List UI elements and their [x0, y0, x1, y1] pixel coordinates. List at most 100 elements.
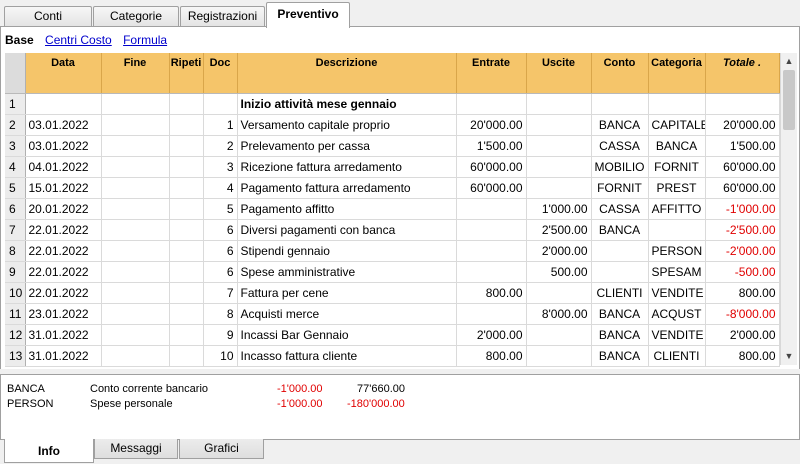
vertical-scrollbar[interactable]: ▲ ▼ [780, 53, 797, 365]
cell-ripeti[interactable] [169, 282, 204, 304]
view-centri-costo[interactable]: Centri Costo [45, 33, 112, 47]
cell-entrate[interactable]: 1'500.00 [456, 135, 527, 157]
cell-conto[interactable]: BANCA [591, 114, 649, 136]
tab-preventivo[interactable]: Preventivo [266, 2, 350, 28]
cell-totale[interactable]: 60'000.00 [705, 156, 780, 178]
table-row[interactable]: 12 31.01.2022 9 Incassi Bar Gennaio 2'000.00… [5, 324, 780, 346]
cell-totale[interactable]: -500.00 [705, 261, 780, 283]
cell-entrate[interactable]: 2'000.00 [456, 324, 527, 346]
cell-entrate[interactable] [456, 93, 527, 115]
cell-descrizione[interactable]: Diversi pagamenti con banca [237, 219, 457, 241]
cell-uscite[interactable]: 2'000.00 [526, 240, 592, 262]
cell-fine[interactable] [101, 219, 170, 241]
tab-messaggi[interactable]: Messaggi [94, 439, 178, 459]
cell-totale[interactable]: 20'000.00 [705, 114, 780, 136]
cell-descrizione[interactable]: Versamento capitale proprio [237, 114, 457, 136]
cell-totale[interactable]: 1'500.00 [705, 135, 780, 157]
cell-totale[interactable]: -1'000.00 [705, 198, 780, 220]
cell-fine[interactable] [101, 93, 170, 115]
cell-doc[interactable]: 4 [203, 177, 238, 199]
cell-descrizione[interactable]: Pagamento fattura arredamento [237, 177, 457, 199]
col-header-categoria[interactable]: Categoria [648, 53, 706, 94]
cell-totale[interactable] [705, 93, 780, 115]
cell-conto[interactable]: CASSA [591, 198, 649, 220]
cell-doc[interactable]: 8 [203, 303, 238, 325]
cell-data[interactable]: 31.01.2022 [25, 345, 102, 367]
table-row[interactable]: 13 31.01.2022 10 Incasso fattura cliente 800… [5, 345, 780, 367]
cell-uscite[interactable] [526, 93, 592, 115]
cell-conto[interactable]: BANCA [591, 219, 649, 241]
cell-data[interactable]: 15.01.2022 [25, 177, 102, 199]
tab-registrazioni[interactable]: Registrazioni [180, 6, 265, 27]
cell-descrizione[interactable]: Stipendi gennaio [237, 240, 457, 262]
col-header-data[interactable]: Data [25, 53, 102, 94]
cell-entrate[interactable]: 60'000.00 [456, 177, 527, 199]
cell-descrizione[interactable]: Inizio attività mese gennaio [237, 93, 457, 115]
cell-doc[interactable]: 6 [203, 240, 238, 262]
cell-ripeti[interactable] [169, 303, 204, 325]
cell-descrizione[interactable]: Spese amministrative [237, 261, 457, 283]
cell-fine[interactable] [101, 282, 170, 304]
table-row[interactable]: 10 22.01.2022 7 Fattura per cene 800.00 CLIEN… [5, 282, 780, 304]
cell-entrate[interactable] [456, 303, 527, 325]
cell-categoria[interactable]: BANCA [648, 135, 706, 157]
cell-conto[interactable]: FORNIT [591, 177, 649, 199]
cell-categoria[interactable]: ACQUST [648, 303, 706, 325]
cell-conto[interactable] [591, 261, 649, 283]
col-header-descrizione[interactable]: Descrizione [237, 53, 457, 94]
cell-conto[interactable]: BANCA [591, 303, 649, 325]
col-header-doc[interactable]: Doc [203, 53, 238, 94]
cell-uscite[interactable] [526, 114, 592, 136]
cell-uscite[interactable]: 1'000.00 [526, 198, 592, 220]
cell-conto[interactable] [591, 240, 649, 262]
cell-totale[interactable]: 60'000.00 [705, 177, 780, 199]
cell-ripeti[interactable] [169, 198, 204, 220]
cell-categoria[interactable]: AFFITTO [648, 198, 706, 220]
cell-data[interactable]: 22.01.2022 [25, 240, 102, 262]
table-row[interactable]: 6 20.01.2022 5 Pagamento affitto 1'000.00 CAS… [5, 198, 780, 220]
cell-categoria[interactable]: CAPITALE [648, 114, 706, 136]
cell-categoria[interactable]: VENDITE [648, 282, 706, 304]
cell-descrizione[interactable]: Fattura per cene [237, 282, 457, 304]
cell-categoria[interactable]: FORNIT [648, 156, 706, 178]
cell-entrate[interactable]: 20'000.00 [456, 114, 527, 136]
table-row[interactable]: 2 03.01.2022 1 Versamento capitale proprio 2… [5, 114, 780, 136]
cell-data[interactable]: 03.01.2022 [25, 135, 102, 157]
cell-totale[interactable]: -8'000.00 [705, 303, 780, 325]
cell-categoria[interactable] [648, 219, 706, 241]
cell-fine[interactable] [101, 177, 170, 199]
cell-descrizione[interactable]: Prelevamento per cassa [237, 135, 457, 157]
cell-fine[interactable] [101, 303, 170, 325]
cell-uscite[interactable] [526, 156, 592, 178]
cell-doc[interactable]: 7 [203, 282, 238, 304]
tab-info[interactable]: Info [4, 439, 94, 463]
cell-descrizione[interactable]: Incassi Bar Gennaio [237, 324, 457, 346]
cell-data[interactable]: 20.01.2022 [25, 198, 102, 220]
cell-conto[interactable]: BANCA [591, 345, 649, 367]
cell-doc[interactable] [203, 93, 238, 115]
cell-ripeti[interactable] [169, 345, 204, 367]
cell-descrizione[interactable]: Ricezione fattura arredamento [237, 156, 457, 178]
cell-ripeti[interactable] [169, 177, 204, 199]
cell-uscite[interactable] [526, 177, 592, 199]
cell-entrate[interactable]: 800.00 [456, 345, 527, 367]
cell-fine[interactable] [101, 135, 170, 157]
table-row[interactable]: 8 22.01.2022 6 Stipendi gennaio 2'000.00 PERS… [5, 240, 780, 262]
cell-totale[interactable]: 800.00 [705, 345, 780, 367]
cell-data[interactable]: 22.01.2022 [25, 261, 102, 283]
cell-ripeti[interactable] [169, 156, 204, 178]
cell-uscite[interactable] [526, 324, 592, 346]
cell-descrizione[interactable]: Incasso fattura cliente [237, 345, 457, 367]
cell-ripeti[interactable] [169, 261, 204, 283]
cell-uscite[interactable]: 500.00 [526, 261, 592, 283]
table-row[interactable]: 3 03.01.2022 2 Prelevamento per cassa 1'500.… [5, 135, 780, 157]
cell-categoria[interactable]: PERSON [648, 240, 706, 262]
cell-descrizione[interactable]: Pagamento affitto [237, 198, 457, 220]
cell-data[interactable]: 03.01.2022 [25, 114, 102, 136]
cell-fine[interactable] [101, 324, 170, 346]
cell-entrate[interactable] [456, 240, 527, 262]
cell-conto[interactable] [591, 93, 649, 115]
cell-ripeti[interactable] [169, 240, 204, 262]
cell-doc[interactable]: 1 [203, 114, 238, 136]
view-base[interactable]: Base [5, 33, 34, 47]
